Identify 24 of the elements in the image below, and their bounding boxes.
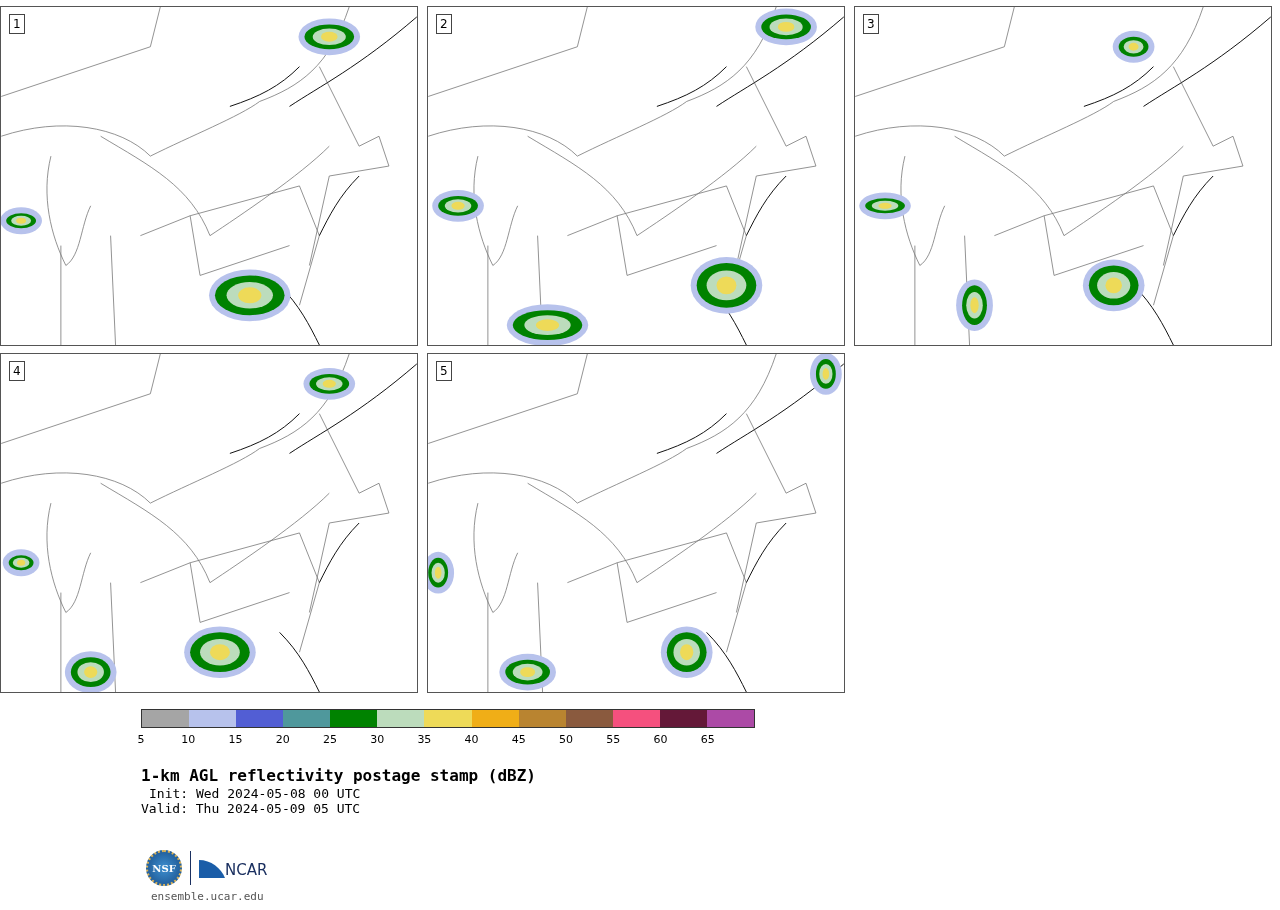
tick-label: 50 [559, 733, 574, 746]
tick-label: 45 [511, 733, 526, 746]
tick-label: 15 [228, 733, 243, 746]
tick-label: 20 [275, 733, 290, 746]
panel-number: 1 [9, 14, 25, 34]
tick-label: 55 [606, 733, 621, 746]
ncar-logo: NCAR [199, 858, 268, 878]
tick-label: 25 [322, 733, 337, 746]
panel-number: 3 [863, 14, 879, 34]
plot-title: 1-km AGL reflectivity postage stamp (dBZ) [141, 766, 537, 785]
tick-label: 10 [181, 733, 196, 746]
tick-label: 30 [370, 733, 385, 746]
valid-time: Valid: Thu 2024-05-09 05 UTC [141, 801, 362, 816]
website-url: ensemble.ucar.edu [151, 890, 265, 903]
tick-label: 60 [653, 733, 668, 746]
panel-number: 2 [436, 14, 452, 34]
panel-number: 4 [9, 361, 25, 381]
tick-label: 5 [137, 733, 145, 746]
tick-label: 40 [464, 733, 479, 746]
tick-label: 35 [417, 733, 432, 746]
tick-label: 65 [700, 733, 715, 746]
init-time: Init: Wed 2024-05-08 00 UTC [149, 786, 362, 801]
nsf-logo: NSF [146, 850, 182, 886]
panel-number: 5 [436, 361, 452, 381]
